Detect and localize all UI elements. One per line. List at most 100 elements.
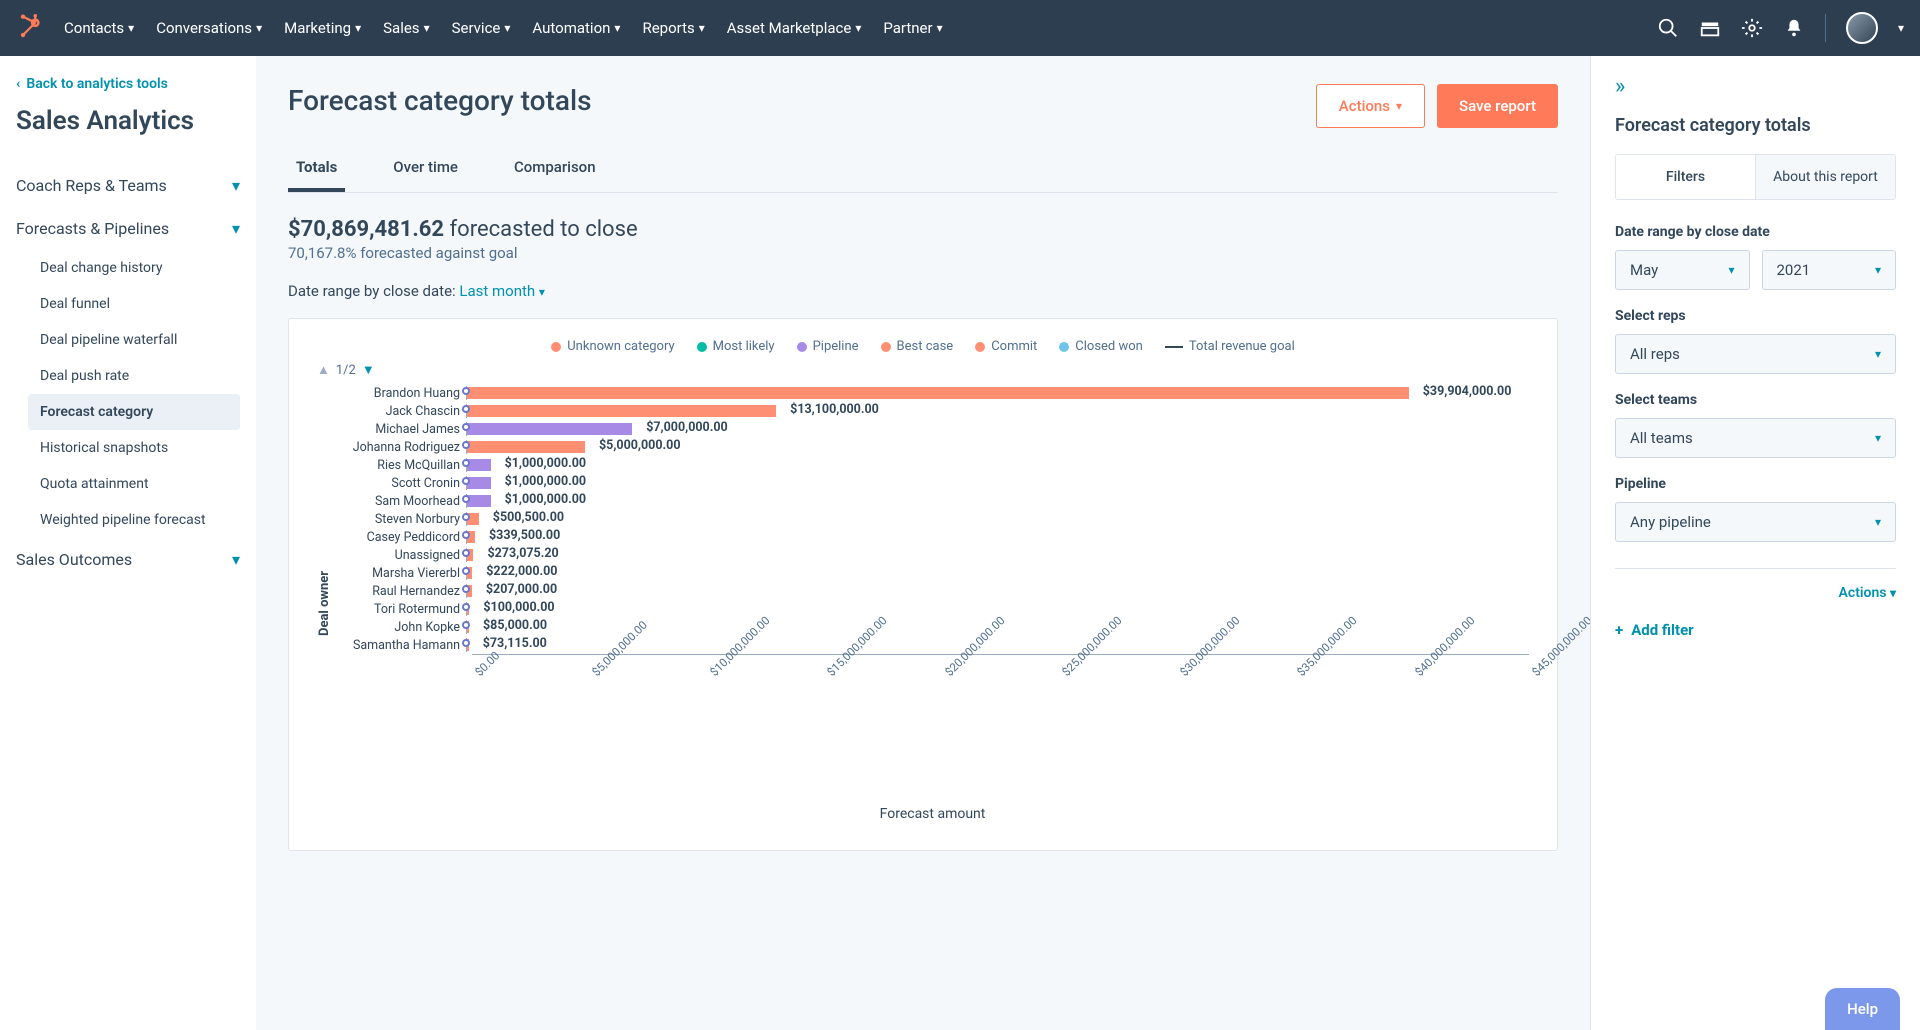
row-owner: Brandon Huang [336,386,466,401]
sidebar-group-coach-reps-teams[interactable]: Coach Reps & Teams▾ [16,164,256,207]
summary-sub: 70,167.8% forecasted against goal [288,244,1558,262]
nav-item-conversations[interactable]: Conversations ▾ [156,19,262,37]
chevron-down-icon: ▾ [1875,347,1881,361]
panel-title: Forecast category totals [1615,115,1896,136]
row-owner: Casey Peddicord [336,530,466,545]
plus-icon: + [1615,621,1623,639]
nav-item-service[interactable]: Service ▾ [452,19,511,37]
row-owner: Ries McQuillan [336,458,466,473]
pager-label: 1/2 [336,363,356,378]
teams-select[interactable]: All teams▾ [1615,418,1896,458]
tab-over-time[interactable]: Over time [385,146,466,192]
goal-marker [462,531,470,539]
nav-item-partner[interactable]: Partner ▾ [883,19,942,37]
chart-row: Samantha Hamann$73,115.00 [336,636,1529,654]
chart-pager: ▲ 1/2 ▼ [317,362,1529,378]
legend-item: Total revenue goal [1165,339,1295,354]
chart-row: Steven Norbury$500,500.00 [336,510,1529,528]
marketplace-icon[interactable] [1699,17,1721,39]
chevron-down-icon: ▾ [504,21,510,35]
tab-totals[interactable]: Totals [288,146,345,192]
tab-filters[interactable]: Filters [1616,155,1755,199]
chevron-down-icon: ▾ [1875,263,1881,277]
chevron-down-icon[interactable]: ▾ [1898,21,1904,35]
row-value: $39,904,000.00 [1423,384,1512,399]
sidebar-item-deal-push-rate[interactable]: Deal push rate [28,358,240,394]
nav-item-contacts[interactable]: Contacts ▾ [64,19,134,37]
legend-item: Commit [975,339,1037,354]
filter-label-teams: Select teams [1615,392,1896,408]
search-icon[interactable] [1657,17,1679,39]
actions-button[interactable]: Actions▾ [1316,84,1425,128]
back-link[interactable]: ‹ Back to analytics tools [16,76,256,92]
nav-item-sales[interactable]: Sales ▾ [383,19,429,37]
reps-select[interactable]: All reps▾ [1615,334,1896,374]
goal-marker [462,387,470,395]
add-filter-button[interactable]: +Add filter [1615,621,1896,639]
sidebar-item-weighted-pipeline-forecast[interactable]: Weighted pipeline forecast [28,502,240,538]
nav-divider [1825,14,1826,42]
help-button[interactable]: Help [1825,988,1900,1030]
chevron-down-icon: ▾ [614,21,620,35]
nav-item-marketing[interactable]: Marketing ▾ [284,19,361,37]
sidebar-item-historical-snapshots[interactable]: Historical snapshots [28,430,240,466]
month-select[interactable]: May▾ [1615,250,1750,290]
chevron-left-icon: ‹ [16,76,20,92]
row-owner: Scott Cronin [336,476,466,491]
save-report-button[interactable]: Save report [1437,84,1558,128]
row-owner: Unassigned [336,548,466,563]
nav-item-automation[interactable]: Automation ▾ [532,19,620,37]
chart-row: Sam Moorhead $1,000,000.00 [336,492,1529,510]
sidebar-item-deal-funnel[interactable]: Deal funnel [28,286,240,322]
nav-item-reports[interactable]: Reports ▾ [642,19,704,37]
hubspot-logo [16,14,44,42]
row-value: $1,000,000.00 [505,456,587,471]
chart-row: Raul Hernandez$207,000.00 [336,582,1529,600]
sidebar-left: ‹ Back to analytics tools Sales Analytic… [0,56,256,1030]
sidebar-item-quota-attainment[interactable]: Quota attainment [28,466,240,502]
panel-actions-link[interactable]: Actions ▾ [1615,585,1896,601]
row-owner: Tori Rotermund [336,602,466,617]
x-tick: $45,000,000.00 [1529,613,1590,679]
bell-icon[interactable] [1783,17,1805,39]
row-value: $13,100,000.00 [790,402,879,417]
avatar[interactable] [1846,12,1878,44]
date-filter-inline: Date range by close date: Last month ▾ [288,282,1558,300]
chart-row: Michael James$7,000,000.00 [336,420,1529,438]
row-value: $1,000,000.00 [505,492,587,507]
sidebar-group-sales-outcomes[interactable]: Sales Outcomes▾ [16,538,256,581]
goal-marker [462,423,470,431]
pager-next-icon[interactable]: ▼ [362,362,375,378]
pager-prev-icon[interactable]: ▲ [317,362,330,378]
gear-icon[interactable] [1741,17,1763,39]
pipeline-select[interactable]: Any pipeline▾ [1615,502,1896,542]
chart-card: Unknown categoryMost likelyPipelineBest … [288,318,1558,851]
chart-row: Scott Cronin$1,000,000.00 [336,474,1529,492]
chart-row: Marsha Viererbl$222,000.00 [336,564,1529,582]
chevron-down-icon: ▾ [855,21,861,35]
chevron-down-icon: ▾ [1875,431,1881,445]
goal-marker [462,639,470,647]
chevron-down-icon: ▾ [232,550,240,569]
sidebar-group-forecasts-pipelines[interactable]: Forecasts & Pipelines▾ [16,207,256,250]
row-value: $273,075.20 [487,546,558,561]
row-owner: Marsha Viererbl [336,566,466,581]
goal-marker [462,549,470,557]
sidebar-item-forecast-category[interactable]: Forecast category [28,394,240,430]
expand-icon[interactable]: » [1615,74,1896,99]
top-nav: Contacts ▾ Conversations ▾ Marketing ▾ Sale… [0,0,1920,56]
sidebar-item-deal-pipeline-waterfall[interactable]: Deal pipeline waterfall [28,322,240,358]
year-select[interactable]: 2021▾ [1762,250,1897,290]
row-value: $85,000.00 [483,618,547,633]
chevron-down-icon: ▾ [539,285,545,299]
chevron-down-icon: ▾ [1396,99,1402,113]
sidebar-item-deal-change-history[interactable]: Deal change history [28,250,240,286]
chart-row: Casey Peddicord$339,500.00 [336,528,1529,546]
row-owner: Johanna Rodriguez [336,440,466,455]
legend-item: Closed won [1059,339,1143,354]
tab-comparison[interactable]: Comparison [506,146,604,192]
tab-about[interactable]: About this report [1755,155,1895,199]
date-filter-link[interactable]: Last month ▾ [459,282,545,300]
row-owner: Sam Moorhead [336,494,466,509]
nav-item-asset-marketplace[interactable]: Asset Marketplace ▾ [727,19,862,37]
